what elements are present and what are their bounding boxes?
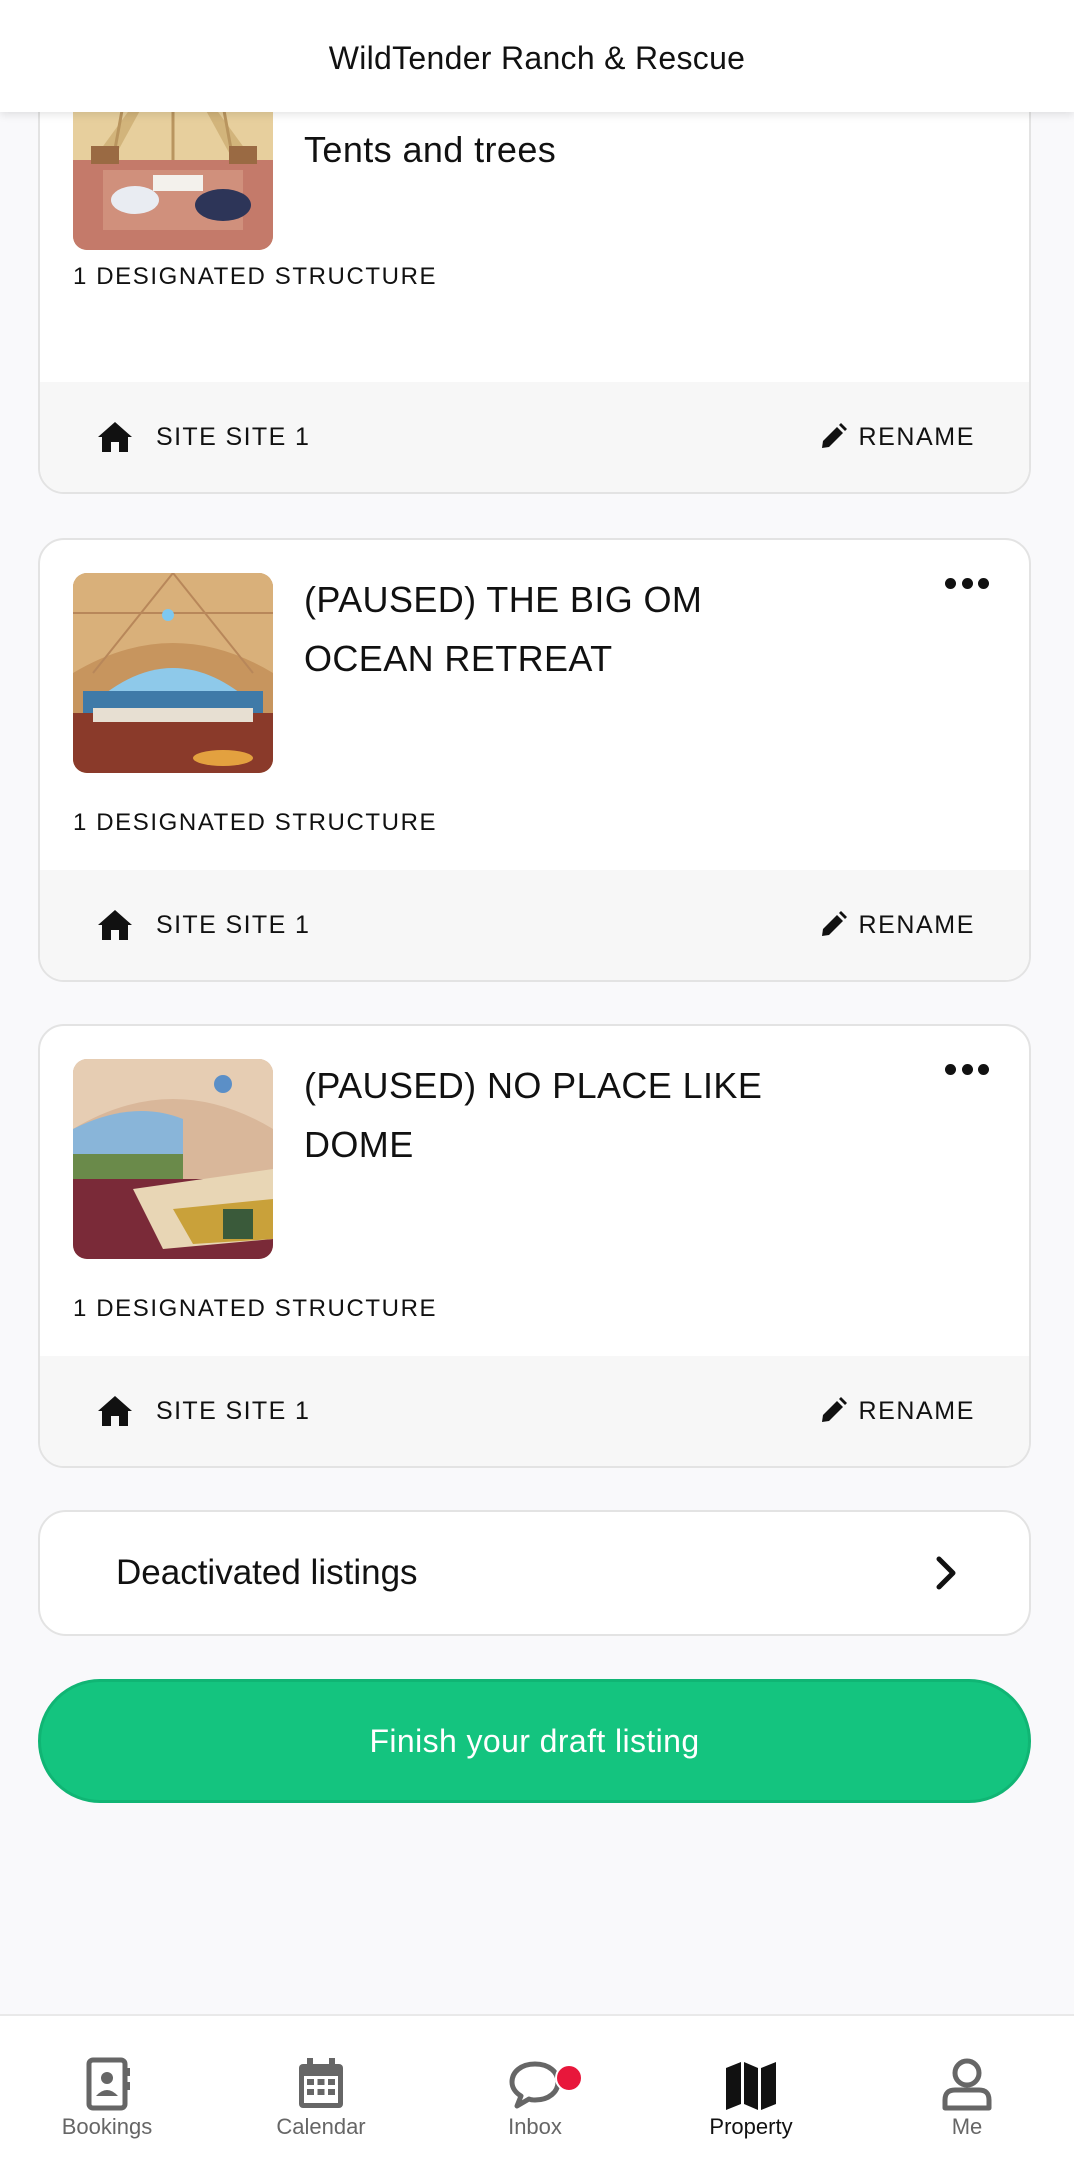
deactivated-listings-label: Deactivated listings xyxy=(116,1553,418,1592)
home-icon xyxy=(98,1396,132,1426)
tab-label: Inbox xyxy=(508,2114,562,2139)
contact-book-icon xyxy=(86,2057,130,2111)
listing-photo[interactable] xyxy=(73,573,273,773)
tab-me[interactable]: Me xyxy=(860,2016,1074,2160)
site-label: SITE SITE 1 xyxy=(156,422,311,451)
tab-label: Calendar xyxy=(276,2114,366,2139)
card-footer: SITE SITE 1 RENAME xyxy=(40,1356,1029,1466)
notification-badge xyxy=(555,2064,583,2092)
tab-bookings[interactable]: Bookings xyxy=(0,2016,214,2160)
listing-title[interactable]: Tents and trees xyxy=(304,120,824,179)
bottom-tab-bar: Bookings Calendar Inbox Property Me xyxy=(0,2014,1074,2160)
rename-button[interactable]: RENAME xyxy=(818,1356,975,1466)
rename-label: RENAME xyxy=(858,1396,975,1425)
tab-label: Property xyxy=(709,2114,793,2139)
pencil-icon xyxy=(822,423,848,448)
page-title: WildTender Ranch & Rescue xyxy=(328,39,746,76)
tab-inbox[interactable]: Inbox xyxy=(428,2016,642,2160)
listing-card[interactable]: (PAUSED) NO PLACE LIKE DOME 1 DESIGNATED… xyxy=(38,1024,1031,1468)
rename-button[interactable]: RENAME xyxy=(818,870,975,980)
site-label: SITE SITE 1 xyxy=(156,1396,311,1425)
finish-draft-listing-button[interactable]: Finish your draft listing xyxy=(38,1679,1031,1803)
pencil-icon xyxy=(822,1397,848,1422)
more-options-icon[interactable] xyxy=(945,571,989,595)
card-footer: SITE SITE 1 RENAME xyxy=(40,382,1029,492)
chevron-right-icon xyxy=(936,1556,956,1590)
card-footer: SITE SITE 1 RENAME xyxy=(40,870,1029,980)
listing-title[interactable]: (PAUSED) THE BIG OM OCEAN RETREAT xyxy=(304,570,824,688)
calendar-icon xyxy=(299,2058,343,2108)
site-link[interactable]: SITE SITE 1 xyxy=(96,1356,310,1466)
tab-label: Me xyxy=(951,2114,983,2139)
home-icon xyxy=(98,910,132,940)
listing-title[interactable]: (PAUSED) NO PLACE LIKE DOME xyxy=(304,1056,824,1174)
listing-card[interactable]: (PAUSED) THE BIG OM OCEAN RETREAT 1 DESI… xyxy=(38,538,1031,982)
chat-bubble-icon xyxy=(509,2061,561,2109)
structure-count: 1 DESIGNATED STRUCTURE xyxy=(73,1295,438,1322)
tab-label: Bookings xyxy=(61,2114,153,2139)
finish-draft-label: Finish your draft listing xyxy=(369,1722,700,1759)
listing-photo[interactable] xyxy=(73,1059,273,1259)
pencil-icon xyxy=(822,911,848,936)
site-link[interactable]: SITE SITE 1 xyxy=(96,382,310,492)
site-label: SITE SITE 1 xyxy=(156,910,311,939)
rename-label: RENAME xyxy=(858,910,975,939)
tab-calendar[interactable]: Calendar xyxy=(214,2016,428,2160)
person-icon xyxy=(942,2058,992,2111)
rename-label: RENAME xyxy=(858,422,975,451)
site-link[interactable]: SITE SITE 1 xyxy=(96,870,310,980)
structure-count: 1 DESIGNATED STRUCTURE xyxy=(73,263,438,290)
structure-count: 1 DESIGNATED STRUCTURE xyxy=(73,809,438,836)
tab-property[interactable]: Property xyxy=(644,2016,858,2160)
app-header: WildTender Ranch & Rescue xyxy=(0,0,1074,112)
more-options-icon[interactable] xyxy=(945,1057,989,1081)
map-icon xyxy=(726,2062,776,2110)
rename-button[interactable]: RENAME xyxy=(818,382,975,492)
deactivated-listings-row[interactable]: Deactivated listings xyxy=(38,1510,1031,1636)
home-icon xyxy=(98,422,132,452)
